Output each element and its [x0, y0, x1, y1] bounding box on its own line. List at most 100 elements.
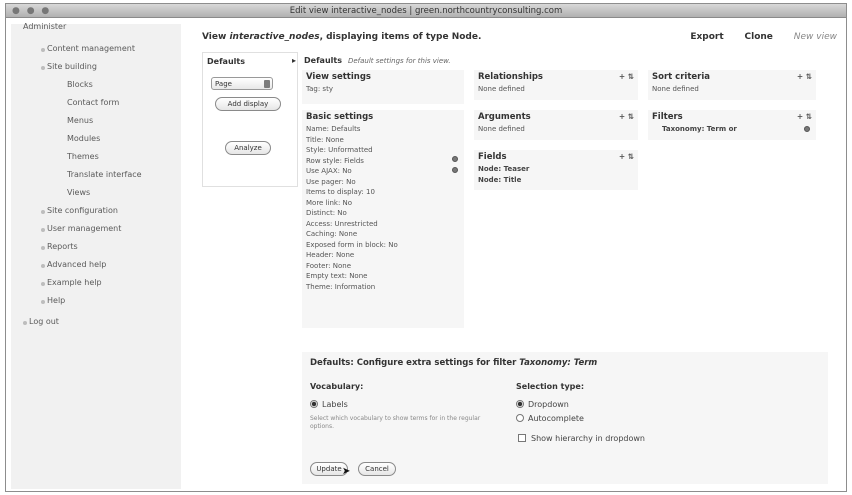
sidebar-item-contact-form[interactable]: Contact form	[67, 98, 119, 107]
setting-header[interactable]: Header: None	[302, 250, 464, 261]
bullet-icon	[41, 48, 45, 52]
basic-settings-panel: Basic settings Name: Defaults Title: Non…	[302, 110, 464, 328]
admin-sidebar: Administer Content management Site build…	[11, 22, 181, 489]
view-actions: Export Clone New view	[672, 32, 837, 42]
vocabulary-help: Select which vocabulary to show terms fo…	[310, 415, 481, 430]
sidebar-item-content-management[interactable]: Content management	[47, 44, 135, 53]
sidebar-item-translate-interface[interactable]: Translate interface	[67, 170, 142, 179]
setting-use-pager[interactable]: Use pager: No	[302, 177, 464, 188]
sidebar-item-modules[interactable]: Modules	[67, 134, 100, 143]
setting-footer[interactable]: Footer: None	[302, 261, 464, 272]
defaults-header-label: Defaults	[304, 56, 342, 65]
sort-criteria-title: Sort criteria	[652, 72, 710, 82]
window-titlebar: ● ● ● Edit view interactive_nodes | gree…	[6, 4, 846, 18]
sidebar-item-example-help[interactable]: Example help	[47, 278, 102, 287]
sidebar-item-themes[interactable]: Themes	[67, 152, 99, 161]
view-settings-panel: View settings Tag: sty	[302, 70, 464, 104]
sidebar-item-site-building[interactable]: Site building	[47, 62, 97, 71]
defaults-header-note: Default settings for this view.	[347, 57, 451, 65]
setting-distinct[interactable]: Distinct: No	[302, 208, 464, 219]
show-hierarchy-checkbox[interactable]: Show hierarchy in dropdown	[518, 434, 645, 443]
export-link[interactable]: Export	[690, 32, 723, 42]
bullet-icon	[41, 210, 45, 214]
mouse-cursor-icon: ➤	[342, 466, 351, 477]
bullet-icon	[41, 66, 45, 70]
extra-settings-panel: Defaults: Configure extra settings for f…	[302, 352, 828, 484]
sidebar-header[interactable]: Administer	[23, 22, 66, 31]
view-settings-title: View settings	[306, 72, 371, 82]
field-node-title[interactable]: Node: Title	[474, 175, 638, 186]
radio-unchecked-icon[interactable]	[516, 414, 524, 422]
filters-add-rearrange-icon[interactable]: + ⇅	[797, 112, 812, 121]
sidebar-item-log-out[interactable]: Log out	[29, 317, 59, 326]
vocabulary-label: Vocabulary:	[310, 382, 364, 391]
analyze-button[interactable]: Analyze	[225, 141, 271, 155]
sidebar-item-reports[interactable]: Reports	[47, 242, 78, 251]
sort-criteria-empty: None defined	[652, 85, 699, 93]
select-caret-icon	[264, 80, 270, 88]
relationships-add-rearrange-icon[interactable]: + ⇅	[619, 72, 634, 81]
bullet-icon	[41, 300, 45, 304]
field-node-teaser[interactable]: Node: Teaser	[474, 164, 638, 175]
setting-name[interactable]: Name: Defaults	[302, 124, 464, 135]
relationships-title: Relationships	[478, 72, 543, 82]
clone-link[interactable]: Clone	[745, 32, 773, 42]
relationships-empty: None defined	[478, 85, 525, 93]
sidebar-item-site-configuration[interactable]: Site configuration	[47, 206, 118, 215]
arguments-panel: Arguments + ⇅ None defined	[474, 110, 638, 140]
extra-settings-title: Defaults: Configure extra settings for f…	[310, 358, 597, 368]
sidebar-item-user-management[interactable]: User management	[47, 224, 121, 233]
selection-option-dropdown-label: Dropdown	[528, 400, 569, 409]
view-settings-tag[interactable]: Tag: sty	[302, 84, 464, 95]
filter-taxonomy-term[interactable]: Taxonomy: Term or	[648, 124, 816, 135]
display-type-select[interactable]: Page	[211, 77, 273, 90]
setting-title[interactable]: Title: None	[302, 135, 464, 146]
selection-option-dropdown[interactable]: Dropdown	[516, 400, 569, 409]
cancel-button[interactable]: Cancel	[358, 462, 396, 476]
sidebar-item-advanced-help[interactable]: Advanced help	[47, 260, 106, 269]
vocabulary-option-labels[interactable]: Labels	[310, 400, 348, 409]
setting-caching[interactable]: Caching: None	[302, 229, 464, 240]
sidebar-item-menus[interactable]: Menus	[67, 116, 93, 125]
checkbox-icon[interactable]	[518, 434, 526, 442]
arguments-add-rearrange-icon[interactable]: + ⇅	[619, 112, 634, 121]
fields-add-rearrange-icon[interactable]: + ⇅	[619, 152, 634, 161]
add-display-button[interactable]: Add display	[215, 97, 281, 111]
sidebar-item-blocks[interactable]: Blocks	[67, 80, 93, 89]
new-view-link[interactable]: New view	[794, 32, 837, 42]
setting-empty-text[interactable]: Empty text: None	[302, 271, 464, 282]
vocabulary-option-label: Labels	[322, 400, 348, 409]
sidebar-item-views[interactable]: Views	[67, 188, 90, 197]
setting-more-link[interactable]: More link: No	[302, 198, 464, 209]
bullet-icon	[41, 246, 45, 250]
setting-theme[interactable]: Theme: Information	[302, 282, 464, 293]
sort-criteria-panel: Sort criteria + ⇅ None defined	[648, 70, 816, 100]
radio-checked-icon[interactable]	[516, 400, 524, 408]
basic-settings-title: Basic settings	[306, 112, 374, 122]
gear-icon[interactable]	[452, 167, 458, 173]
fields-title: Fields	[478, 152, 507, 162]
display-tabs: Defaults Page Add display Analyze	[202, 52, 298, 187]
radio-checked-icon[interactable]	[310, 400, 318, 408]
gear-icon[interactable]	[452, 156, 458, 162]
bullet-icon	[23, 321, 27, 325]
gear-icon[interactable]	[804, 126, 810, 132]
show-hierarchy-label: Show hierarchy in dropdown	[531, 434, 645, 443]
page-title: View interactive_nodes, displaying items…	[202, 32, 481, 42]
setting-exposed-form[interactable]: Exposed form in block: No	[302, 240, 464, 251]
filters-title: Filters	[652, 112, 683, 122]
sort-add-rearrange-icon[interactable]: + ⇅	[797, 72, 812, 81]
tab-defaults[interactable]: Defaults	[207, 57, 245, 66]
sidebar-item-help[interactable]: Help	[47, 296, 65, 305]
bullet-icon	[41, 282, 45, 286]
setting-row-style[interactable]: Row style: Fields	[302, 156, 464, 167]
title-suffix: , displaying items of type Node.	[319, 32, 482, 42]
setting-access[interactable]: Access: Unrestricted	[302, 219, 464, 230]
selection-option-autocomplete[interactable]: Autocomplete	[516, 414, 584, 423]
setting-style[interactable]: Style: Unformatted	[302, 145, 464, 156]
relationships-panel: Relationships + ⇅ None defined	[474, 70, 638, 100]
setting-items-to-display[interactable]: Items to display: 10	[302, 187, 464, 198]
view-editor: View interactive_nodes, displaying items…	[186, 22, 851, 492]
bullet-icon	[41, 264, 45, 268]
setting-use-ajax[interactable]: Use AJAX: No	[302, 166, 464, 177]
